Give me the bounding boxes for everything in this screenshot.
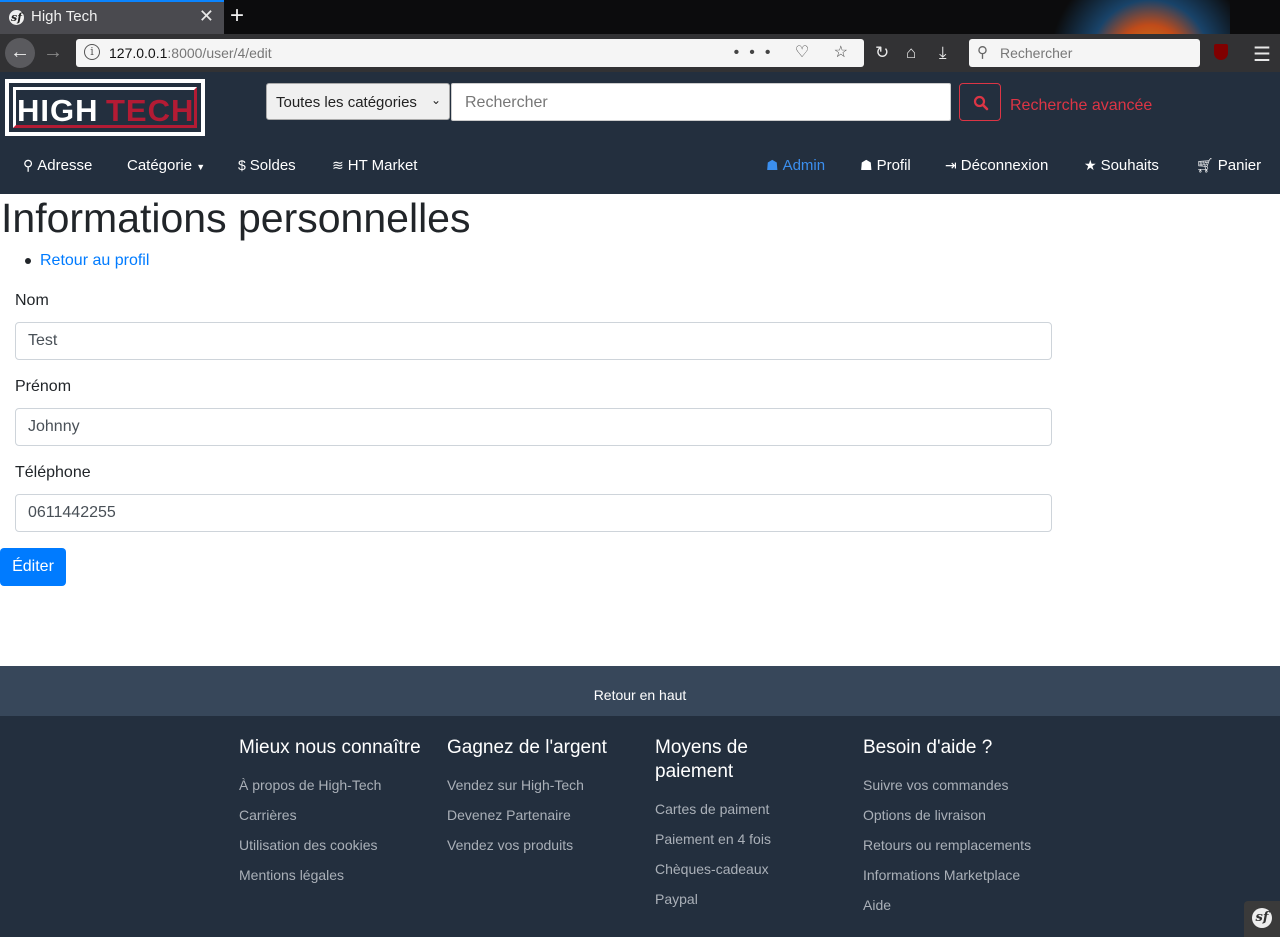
nav-souhaits[interactable]: ★ Souhaits [1084,157,1159,174]
address-bar[interactable]: i 127.0.0.1:8000/user/4/edit ••• ♡ ☆ [76,39,864,67]
site-search-input[interactable]: Rechercher [451,83,951,121]
caret-down-icon: ▼ [196,162,206,172]
nav-categorie[interactable]: Catégorie ▼ [127,157,205,174]
user-icon: ☗ [860,157,873,173]
menu-icon[interactable]: ☰ [1253,42,1271,67]
page-actions-icons[interactable]: ••• ♡ ☆ [734,42,858,62]
nav-ht-market[interactable]: ≋ HT Market [332,157,417,174]
reload-icon[interactable]: ↻ [875,43,889,63]
home-icon[interactable]: ⌂ [906,43,916,63]
users-icon: ☗ [766,157,779,173]
footer-link[interactable]: Devenez Partenaire [447,800,647,830]
footer-column-title: Besoin d'aide ? [863,737,993,758]
back-to-profile-link[interactable]: Retour au profil [40,252,149,269]
footer-link[interactable]: Vendez vos produits [447,830,647,860]
tab-title: High Tech [31,8,98,25]
cart-icon: 🛒︎ [1196,157,1214,173]
chevron-down-icon: ⌄ [430,93,441,107]
star-icon: ★ [1084,157,1097,173]
footer-link[interactable]: Carrières [239,800,429,830]
category-select[interactable]: Toutes les catégories ⌄ [266,83,450,120]
search-icon [973,95,989,111]
nom-label: Nom [15,292,49,309]
ublock-extension-icon[interactable] [1214,44,1228,60]
footer-link[interactable]: Retours ou remplacements [863,830,1083,860]
footer-column-earn: Gagnez de l'argent Vendez sur High-Tech … [447,736,647,860]
browser-theme-decoration [1030,0,1230,34]
symfony-toolbar-icon[interactable]: sf [1244,901,1280,937]
list-bullet [25,258,31,264]
back-to-top-link[interactable]: Retour en haut [0,666,1280,716]
footer-link[interactable]: Mentions légales [239,860,429,890]
browser-toolbar: ← → i 127.0.0.1:8000/user/4/edit ••• ♡ ☆… [0,34,1280,72]
telephone-field[interactable]: 0611442255 [15,494,1052,532]
site-header: HIGH TECH Toutes les catégories ⌄ Recher… [0,72,1280,194]
edit-submit-button[interactable]: Éditer [0,548,66,586]
nav-deconnexion[interactable]: ⇥ Déconnexion [945,157,1048,174]
footer-link[interactable]: Paiement en 4 fois [655,824,805,854]
back-button-icon[interactable]: ← [5,38,35,68]
map-marker-icon: ⚲ [23,157,34,173]
download-icon[interactable]: ⤓ [939,43,947,63]
site-footer: Mieux nous connaître À propos de High-Te… [0,716,1280,937]
sign-out-icon: ⇥ [945,157,957,173]
footer-link[interactable]: À propos de High-Tech [239,770,429,800]
footer-column-title: Mieux nous connaître [239,737,421,758]
nav-admin[interactable]: ☗ Admin [766,157,825,174]
footer-link[interactable]: Chèques-cadeaux [655,854,805,884]
coins-icon: ≋ [332,157,344,173]
footer-column-about: Mieux nous connaître À propos de High-Te… [239,736,429,890]
footer-link[interactable]: Utilisation des cookies [239,830,429,860]
footer-link[interactable]: Aide [863,890,1083,920]
symfony-favicon-icon: sf [9,10,24,25]
logo-text-tech: TECH [106,93,195,128]
back-link-list: Retour au profil [25,252,149,270]
footer-link[interactable]: Informations Marketplace [863,860,1083,890]
nav-panier[interactable]: 🛒︎ Panier [1196,157,1261,174]
footer-link[interactable]: Vendez sur High-Tech [447,770,647,800]
browser-search-bar[interactable]: ⚲ Rechercher [969,39,1200,67]
url-text: 127.0.0.1:8000/user/4/edit [109,45,272,61]
nom-field[interactable]: Test [15,322,1052,360]
nav-soldes[interactable]: $ Soldes [238,157,296,174]
site-info-icon[interactable]: i [84,44,100,60]
browser-tab[interactable]: sf High Tech ✕ [0,0,224,34]
browser-search-placeholder: Rechercher [1000,45,1073,61]
telephone-label: Téléphone [15,464,91,481]
nav-profil[interactable]: ☗ Profil [860,157,911,174]
close-tab-icon[interactable]: ✕ [199,6,214,27]
nav-adresse[interactable]: ⚲ Adresse [23,157,92,174]
forward-button-icon[interactable]: → [38,38,68,68]
browser-tab-bar: sf High Tech ✕ + [0,0,1280,34]
prenom-label: Prénom [15,378,72,395]
logo-text-high: HIGH [17,93,99,128]
prenom-field[interactable]: Johnny [15,408,1052,446]
footer-link[interactable]: Paypal [655,884,805,914]
footer-column-payment: Moyens de paiement Cartes de paiment Pai… [655,736,805,914]
search-icon: ⚲ [977,44,988,61]
footer-column-help: Besoin d'aide ? Suivre vos commandes Opt… [863,736,1083,920]
new-tab-icon[interactable]: + [230,2,244,30]
footer-column-title: Gagnez de l'argent [447,737,607,758]
footer-column-title: Moyens de paiement [655,737,748,782]
dollar-icon: $ [238,157,246,173]
page-title: Informations personnelles [1,195,471,241]
footer-link[interactable]: Suivre vos commandes [863,770,1083,800]
site-logo[interactable]: HIGH TECH [5,79,205,136]
search-button[interactable] [959,83,1001,121]
footer-link[interactable]: Cartes de paiment [655,794,805,824]
advanced-search-link[interactable]: Recherche avancée [1010,97,1152,115]
footer-link[interactable]: Options de livraison [863,800,1083,830]
